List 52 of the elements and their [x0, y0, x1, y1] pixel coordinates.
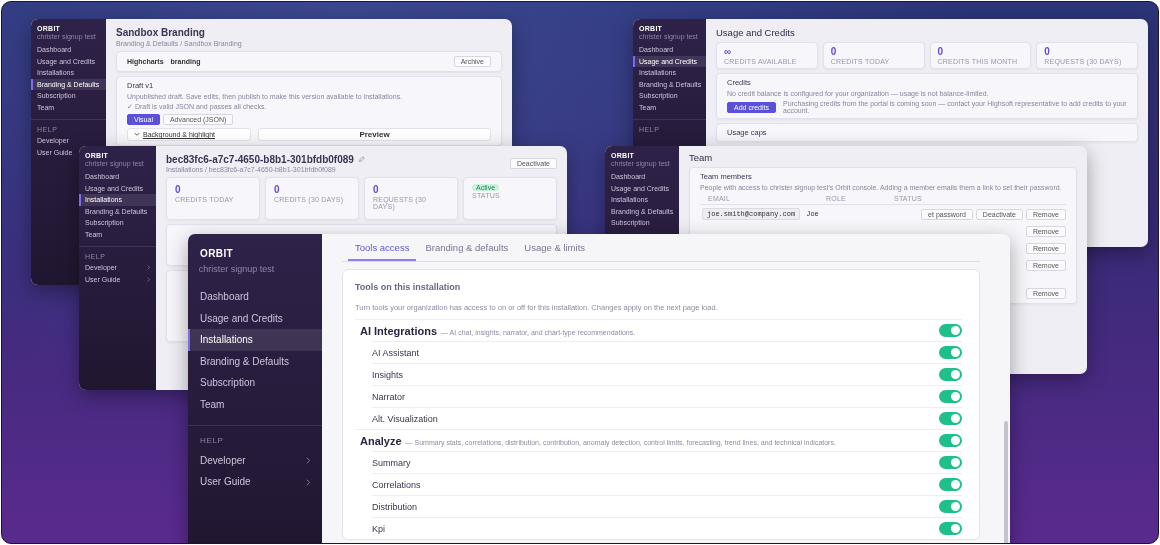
- tool-name: Summary: [372, 457, 411, 468]
- stat-value: 0: [373, 184, 379, 195]
- organization-name: christer signup test: [197, 262, 276, 276]
- stat-value: ∞: [724, 46, 732, 57]
- chevron-icon: [305, 457, 310, 465]
- tool-name: Kpi: [372, 523, 385, 534]
- sidebar-item[interactable]: Team: [188, 393, 322, 416]
- group-name: AI Integrations: [360, 324, 437, 337]
- sidebar-item[interactable]: User Guide: [188, 471, 322, 493]
- stat-value: 0: [830, 46, 837, 57]
- tool-name: AI Assistant: [372, 347, 420, 358]
- toggle-switch[interactable]: [939, 412, 962, 425]
- scrollbar[interactable]: [1004, 421, 1008, 543]
- page-title: bec83fc6-a7c7-4650-b8b1-301bfdb0f089: [166, 154, 354, 165]
- toggle-switch[interactable]: [939, 478, 962, 491]
- tool-name: Narrator: [372, 391, 405, 402]
- toggle-switch[interactable]: [939, 500, 962, 513]
- toggle-switch[interactable]: [939, 346, 962, 359]
- tab[interactable]: Usage & limits: [517, 234, 593, 261]
- tab[interactable]: Branding & defaults: [418, 234, 516, 261]
- toggle-switch[interactable]: [939, 368, 962, 381]
- tool-name: Distribution: [372, 501, 418, 512]
- tool-name: Insights: [372, 369, 404, 380]
- toggle-switch[interactable]: [939, 390, 962, 403]
- pencil-icon[interactable]: [357, 156, 365, 163]
- card-title: Tools on this installation: [355, 282, 462, 292]
- chevron-icon: [305, 478, 310, 486]
- page-title: Usage and Credits: [716, 27, 796, 38]
- page-title: Team: [689, 152, 714, 163]
- group-name: Analyze: [360, 434, 402, 447]
- sidebar-item[interactable]: Installations: [188, 329, 322, 351]
- tool-name: Correlations: [372, 479, 421, 490]
- stat-value: 0: [175, 184, 181, 195]
- tool-name: Alt. Visualization: [372, 413, 438, 424]
- section-heading: HELP: [199, 436, 225, 448]
- sidebar-item[interactable]: Dashboard: [188, 286, 322, 308]
- stat-value: 0: [937, 46, 944, 57]
- page-title: Sandbox Branding: [116, 27, 206, 38]
- toggle-switch[interactable]: [939, 434, 962, 447]
- preview-title: Preview: [359, 130, 390, 139]
- sidebar-item[interactable]: Subscription: [188, 372, 322, 394]
- sidebar-item[interactable]: Usage and Credits: [188, 307, 322, 330]
- brand-name: ORBIT: [199, 248, 235, 259]
- toggle-switch[interactable]: [939, 456, 962, 469]
- sidebar-item[interactable]: Developer: [188, 449, 322, 472]
- toggle-switch[interactable]: [939, 522, 962, 535]
- stat-value: 0: [1044, 46, 1050, 57]
- sidebar-item[interactable]: Branding & Defaults: [188, 350, 322, 373]
- caret-icon: [134, 132, 140, 137]
- stat-value: 0: [274, 184, 280, 195]
- toggle-switch[interactable]: [939, 324, 962, 337]
- tab[interactable]: Tools access: [348, 234, 417, 261]
